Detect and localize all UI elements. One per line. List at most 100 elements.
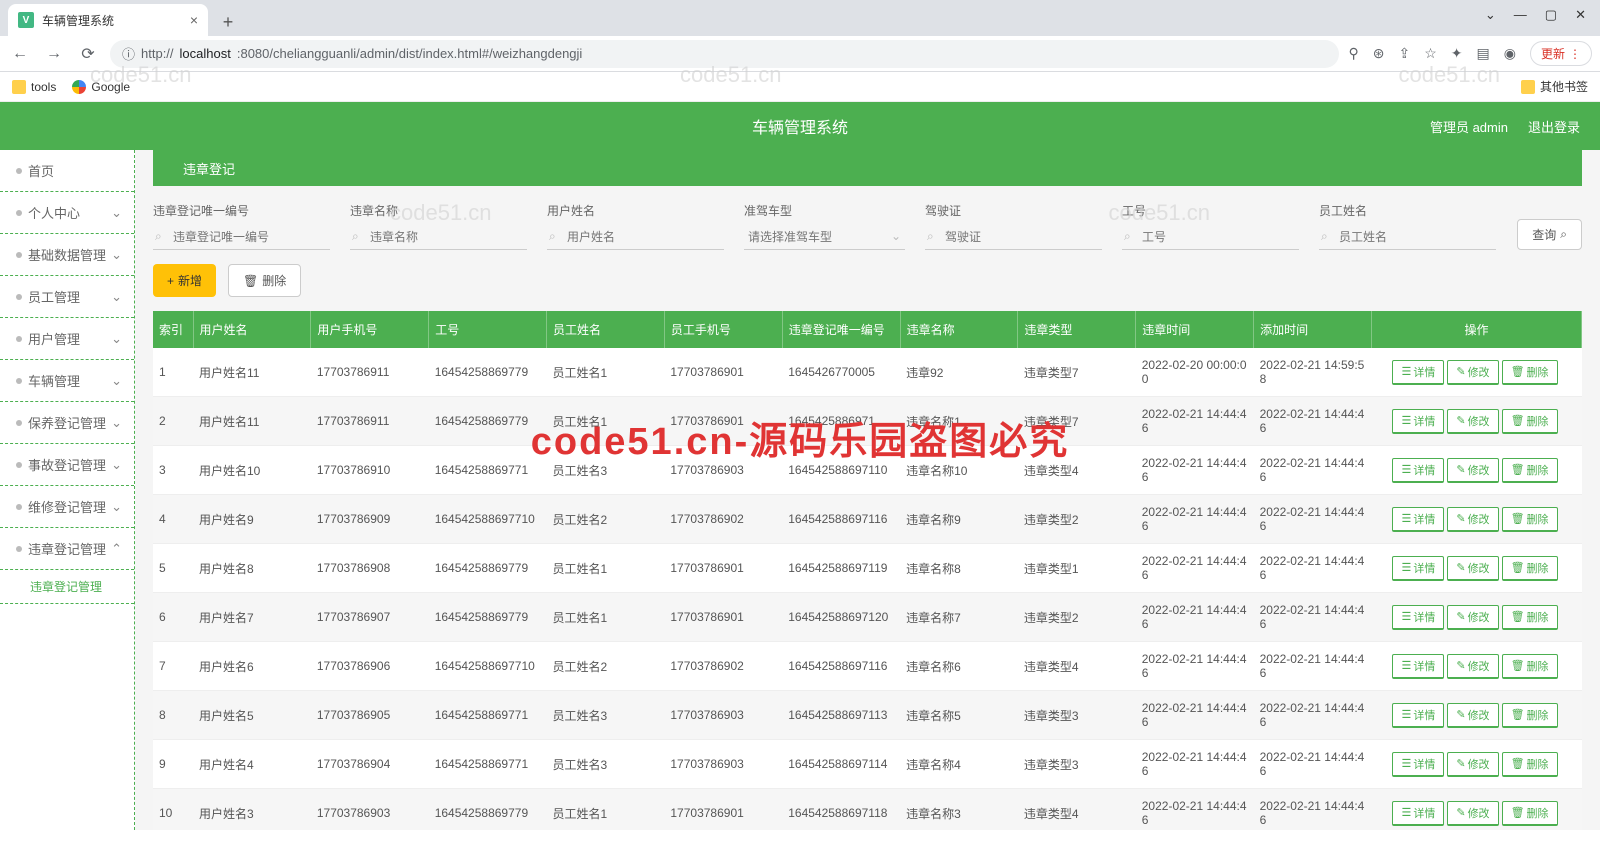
row-delete-button[interactable]: 🗑删除 <box>1502 654 1558 679</box>
row-delete-button[interactable]: 🗑删除 <box>1502 801 1558 826</box>
filter-empname-input[interactable] <box>1319 225 1496 250</box>
detail-button[interactable]: ☰详情 <box>1392 654 1444 679</box>
row-delete-button[interactable]: 🗑删除 <box>1502 360 1558 385</box>
profile-icon[interactable]: ◉ <box>1504 45 1516 62</box>
sidebar-item[interactable]: 员工管理 <box>0 276 134 318</box>
edit-button[interactable]: ✎修改 <box>1447 409 1498 434</box>
edit-button[interactable]: ✎修改 <box>1447 360 1498 385</box>
star-icon[interactable]: ☆ <box>1424 45 1437 62</box>
detail-button[interactable]: ☰详情 <box>1392 360 1444 385</box>
list-icon: ☰ <box>1401 463 1411 476</box>
add-button[interactable]: +新增 <box>153 264 216 297</box>
table-cell: 员工姓名3 <box>547 446 665 495</box>
table-cell: 17703786907 <box>311 593 429 642</box>
filter-bar: 违章登记唯一编号 违章名称 用户姓名 准驾车型 驾驶证 工号 员工姓名 查询 ⌕ <box>153 202 1582 250</box>
bookmark-tools[interactable]: tools <box>12 80 56 94</box>
sidebar-item[interactable]: 基础数据管理 <box>0 234 134 276</box>
edit-button[interactable]: ✎修改 <box>1447 703 1498 728</box>
back-icon[interactable]: ← <box>8 42 32 66</box>
edit-button[interactable]: ✎修改 <box>1447 605 1498 630</box>
detail-button[interactable]: ☰详情 <box>1392 801 1444 826</box>
table-cell: 5 <box>153 544 193 593</box>
logout-link[interactable]: 退出登录 <box>1528 117 1580 136</box>
detail-button[interactable]: ☰详情 <box>1392 703 1444 728</box>
table-cell: 2022-02-21 14:44:46 <box>1136 495 1254 544</box>
table-cell: 17703786901 <box>664 544 782 593</box>
table-cell: 164542588697110 <box>782 446 900 495</box>
table-cell: 10 <box>153 789 193 831</box>
sidebar-item[interactable]: 个人中心 <box>0 192 134 234</box>
row-delete-button[interactable]: 🗑删除 <box>1502 752 1558 777</box>
url-bar[interactable]: ⓘ http://localhost:8080/cheliangguanli/a… <box>110 40 1339 68</box>
panel-icon[interactable]: ▤ <box>1477 45 1490 62</box>
row-delete-button[interactable]: 🗑删除 <box>1502 605 1558 630</box>
detail-button[interactable]: ☰详情 <box>1392 752 1444 777</box>
table-cell: 违章名称9 <box>900 495 1018 544</box>
row-delete-button[interactable]: 🗑删除 <box>1502 409 1558 434</box>
key-icon[interactable]: ⚲ <box>1349 45 1359 62</box>
edit-button[interactable]: ✎修改 <box>1447 801 1498 826</box>
bookmark-google[interactable]: Google <box>72 80 130 94</box>
browser-toolbar: ← → ⟳ ⓘ http://localhost:8080/chelianggu… <box>0 36 1600 72</box>
row-delete-button[interactable]: 🗑删除 <box>1502 507 1558 532</box>
filter-license-input[interactable] <box>925 225 1102 250</box>
chevron-down-icon[interactable]: ⌄ <box>1485 7 1496 23</box>
close-window-icon[interactable]: ✕ <box>1575 7 1586 23</box>
sidebar-item[interactable]: 车辆管理 <box>0 360 134 402</box>
sidebar-item[interactable]: 首页 <box>0 150 134 192</box>
filter-username-input[interactable] <box>547 225 724 250</box>
table-header-cell: 员工手机号 <box>664 311 782 348</box>
detail-button[interactable]: ☰详情 <box>1392 507 1444 532</box>
table-row: 6用户姓名71770378690716454258869779员工姓名11770… <box>153 593 1582 642</box>
table-cell: 违章名称5 <box>900 691 1018 740</box>
sidebar-item[interactable]: 保养登记管理 <box>0 402 134 444</box>
detail-button[interactable]: ☰详情 <box>1392 409 1444 434</box>
table-cell: 违章名称8 <box>900 544 1018 593</box>
edit-button[interactable]: ✎修改 <box>1447 752 1498 777</box>
extensions-icon[interactable]: ✦ <box>1451 45 1463 62</box>
edit-icon: ✎ <box>1456 414 1465 427</box>
sidebar-item[interactable]: 用户管理 <box>0 318 134 360</box>
edit-button[interactable]: ✎修改 <box>1447 556 1498 581</box>
update-button[interactable]: 更新⋮ <box>1530 41 1592 66</box>
row-delete-button[interactable]: 🗑删除 <box>1502 703 1558 728</box>
table-row: 10用户姓名31770378690316454258869779员工姓名1177… <box>153 789 1582 831</box>
minimize-icon[interactable]: — <box>1514 7 1527 23</box>
detail-button[interactable]: ☰详情 <box>1392 556 1444 581</box>
table-header-cell: 用户手机号 <box>311 311 429 348</box>
other-bookmarks[interactable]: 其他书签 <box>1521 78 1588 95</box>
edit-button[interactable]: ✎修改 <box>1447 458 1498 483</box>
query-button[interactable]: 查询 ⌕ <box>1517 219 1582 250</box>
dot-icon <box>16 420 22 426</box>
table-cell: 违章类型3 <box>1018 740 1136 789</box>
sidebar-item[interactable]: 违章登记管理 <box>0 528 134 570</box>
translate-icon[interactable]: ⊛ <box>1373 45 1385 62</box>
maximize-icon[interactable]: ▢ <box>1545 7 1557 23</box>
sidebar-subitem[interactable]: 违章登记管理 <box>0 570 134 604</box>
sidebar-item[interactable]: 事故登记管理 <box>0 444 134 486</box>
delete-button[interactable]: 🗑删除 <box>228 264 301 297</box>
row-delete-button[interactable]: 🗑删除 <box>1502 458 1558 483</box>
detail-button[interactable]: ☰详情 <box>1392 605 1444 630</box>
forward-icon[interactable]: → <box>42 42 66 66</box>
filter-unique-no-input[interactable] <box>153 225 330 250</box>
filter-vehicle-type-select[interactable] <box>744 225 905 250</box>
current-user[interactable]: 管理员 admin <box>1430 117 1508 136</box>
table-cell: 2022-02-21 14:44:46 <box>1254 740 1372 789</box>
edit-button[interactable]: ✎修改 <box>1447 654 1498 679</box>
filter-empno-input[interactable] <box>1122 225 1299 250</box>
table-cell: 4 <box>153 495 193 544</box>
new-tab-button[interactable]: + <box>214 8 242 36</box>
filter-violation-name-input[interactable] <box>350 225 527 250</box>
filter-label: 用户姓名 <box>547 202 724 219</box>
row-delete-button[interactable]: 🗑删除 <box>1502 556 1558 581</box>
more-icon: ⋮ <box>1569 47 1581 61</box>
sidebar-item[interactable]: 维修登记管理 <box>0 486 134 528</box>
table-cell-ops: ☰详情✎修改🗑删除 <box>1372 593 1582 642</box>
reload-icon[interactable]: ⟳ <box>76 42 100 66</box>
share-icon[interactable]: ⇪ <box>1399 45 1411 62</box>
edit-button[interactable]: ✎修改 <box>1447 507 1498 532</box>
close-icon[interactable]: × <box>190 12 198 28</box>
detail-button[interactable]: ☰详情 <box>1392 458 1444 483</box>
browser-tab[interactable]: V 车辆管理系统 × <box>8 4 208 36</box>
